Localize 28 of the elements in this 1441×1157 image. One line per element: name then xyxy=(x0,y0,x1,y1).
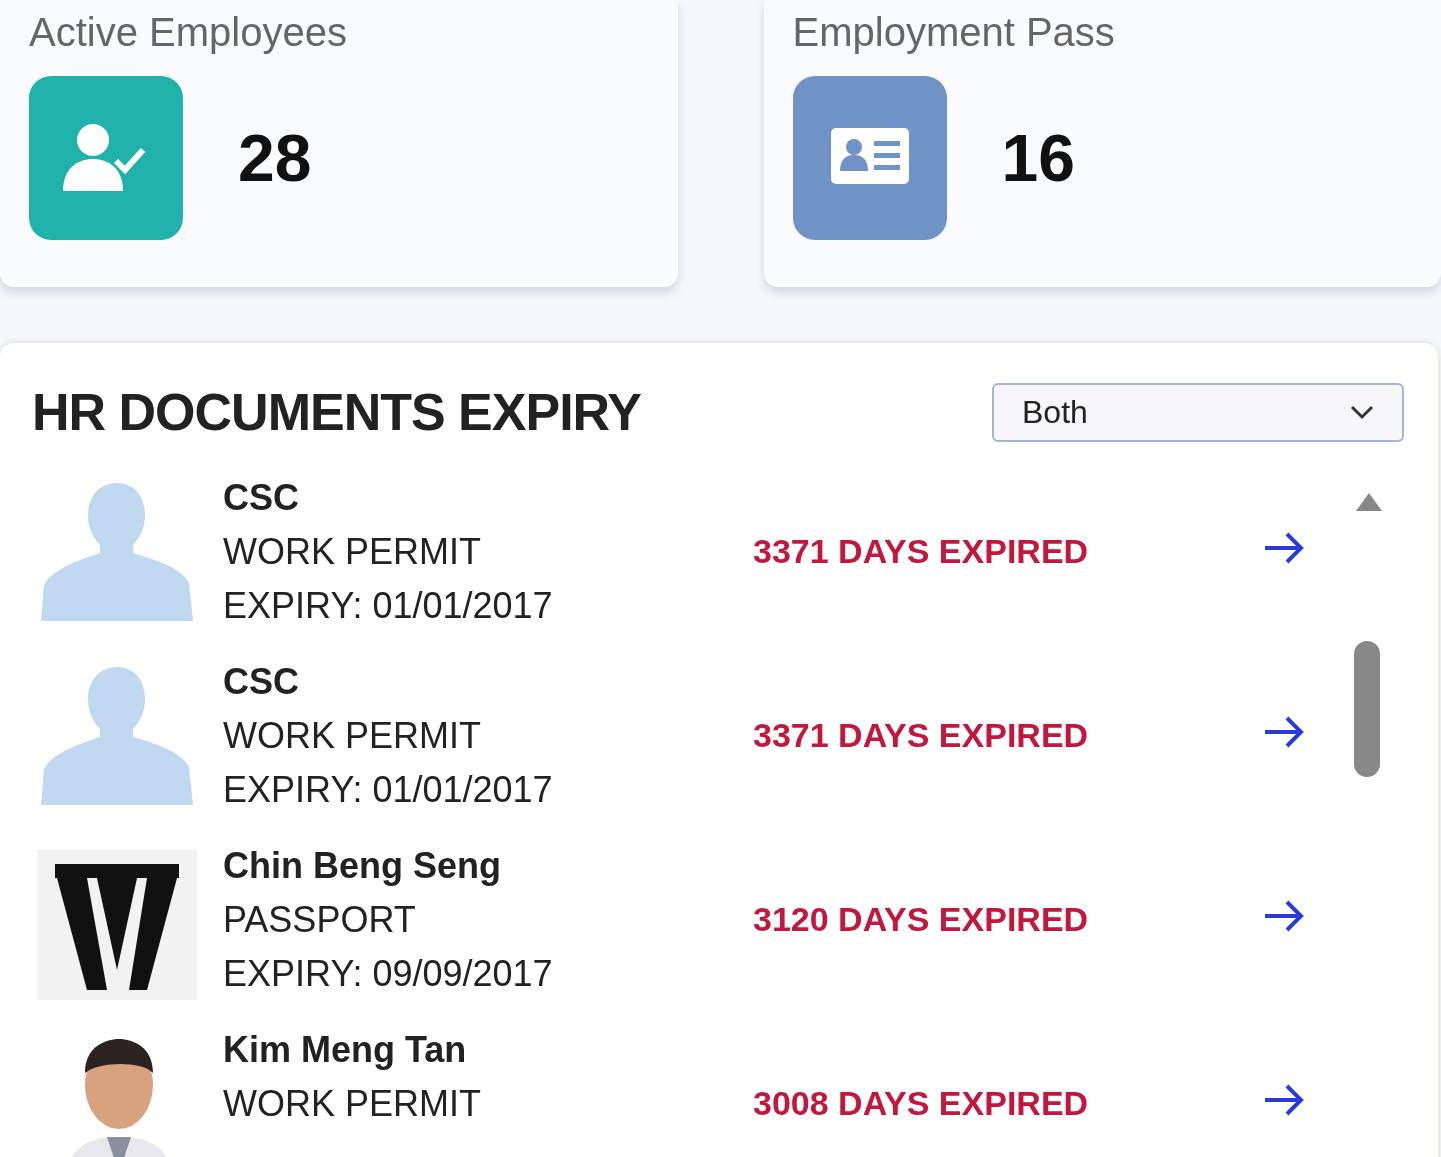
expiry-status: 3371 DAYS EXPIRED xyxy=(753,715,1090,756)
panel-title: HR DOCUMENTS EXPIRY xyxy=(32,382,641,443)
arrow-right-icon[interactable] xyxy=(1263,715,1305,749)
employee-name: Chin Beng Seng xyxy=(223,844,502,888)
document-type: WORK PERMIT xyxy=(223,714,482,758)
expiry-status: 3120 DAYS EXPIRED xyxy=(753,899,1090,940)
scrollbar-thumb[interactable] xyxy=(1354,641,1380,777)
employee-name: CSC xyxy=(223,476,300,520)
expiry-date: EXPIRY: 09/09/2017 xyxy=(223,952,554,996)
arrow-right-icon[interactable] xyxy=(1263,1083,1305,1117)
expiry-status: 3008 DAYS EXPIRED xyxy=(753,1083,1090,1124)
filter-select[interactable]: Both xyxy=(992,382,1404,442)
expiry-date: EXPIRY: 01/01/2017 xyxy=(223,584,554,628)
expiry-date: EXPIRY: 01/01/2017 xyxy=(223,768,554,812)
expiry-status: 3371 DAYS EXPIRED xyxy=(753,531,1090,572)
arrow-right-icon[interactable] xyxy=(1263,531,1305,565)
employee-name: CSC xyxy=(223,660,300,704)
employee-name: Kim Meng Tan xyxy=(223,1028,468,1072)
document-type: WORK PERMIT xyxy=(223,530,482,574)
document-type: WORK PERMIT xyxy=(223,1082,482,1126)
scroll-up-icon[interactable] xyxy=(1354,491,1384,513)
stat-title: Active Employees xyxy=(29,10,348,54)
stat-title: Employment Pass xyxy=(792,10,1116,54)
document-type: PASSPORT xyxy=(223,898,417,942)
chevron-down-icon xyxy=(1350,404,1374,420)
arrow-right-icon[interactable] xyxy=(1263,899,1305,933)
stat-value: 28 xyxy=(238,119,312,197)
stat-value: 16 xyxy=(1001,119,1075,197)
